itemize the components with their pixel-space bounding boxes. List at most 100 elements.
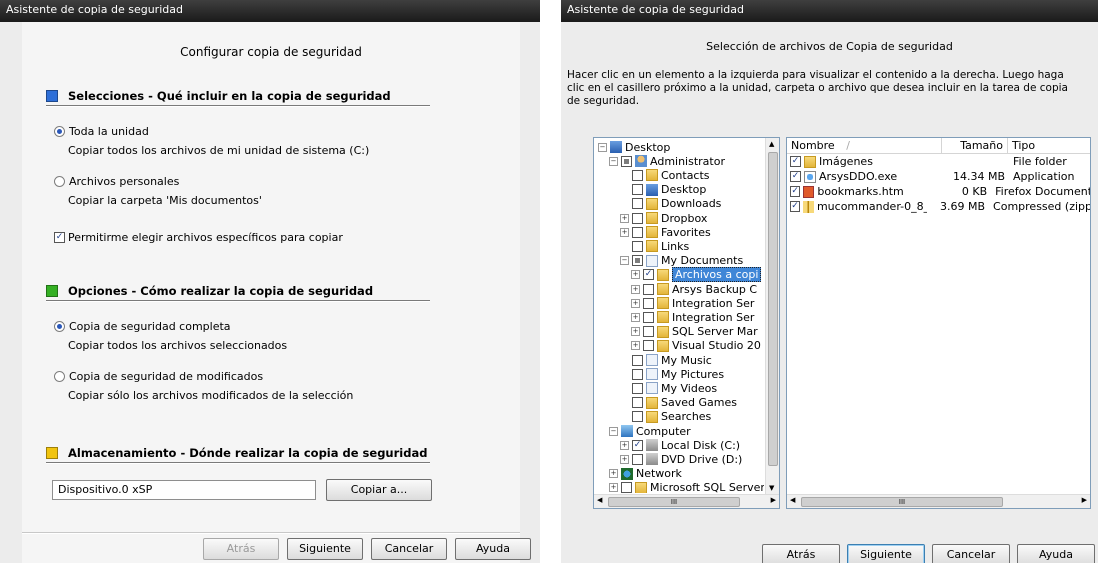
expand-icon[interactable]: + <box>620 454 629 464</box>
tree-node[interactable]: My Videos <box>596 381 717 395</box>
tree-node[interactable]: − Administrator <box>596 154 725 168</box>
scroll-thumb[interactable]: III <box>608 497 740 507</box>
next-button[interactable]: Siguiente <box>847 544 925 563</box>
tree-checkbox[interactable] <box>643 326 654 338</box>
tree-checkbox[interactable] <box>632 354 643 366</box>
tree-checkbox[interactable] <box>632 198 643 210</box>
tree-checkbox[interactable] <box>621 482 632 493</box>
collapse-icon[interactable]: − <box>609 156 618 166</box>
file-checkbox[interactable]: ✓ <box>790 156 801 167</box>
tree-node[interactable]: My Music <box>596 353 712 367</box>
tree-node[interactable]: + Integration Ser <box>596 296 754 310</box>
expand-icon[interactable]: + <box>631 327 640 337</box>
tree-node[interactable]: Links <box>596 239 689 253</box>
collapse-icon[interactable]: − <box>598 142 607 152</box>
tree-checkbox[interactable] <box>632 255 643 267</box>
tree-checkbox[interactable] <box>643 297 654 309</box>
radio-personal-files[interactable]: Archivos personales <box>54 175 179 188</box>
tree-checkbox[interactable] <box>643 283 654 295</box>
scroll-thumb[interactable]: III <box>801 497 1003 507</box>
tree-node[interactable]: − Desktop <box>596 140 670 154</box>
expand-icon[interactable]: + <box>631 298 640 308</box>
help-button[interactable]: Ayuda <box>455 538 531 560</box>
collapse-icon[interactable]: − <box>620 256 629 266</box>
tree-checkbox[interactable] <box>632 212 643 224</box>
radio-modified-backup[interactable]: Copia de seguridad de modificados <box>54 370 263 383</box>
file-checkbox[interactable]: ✓ <box>790 171 801 182</box>
scroll-down-arrow-icon[interactable]: ▼ <box>769 484 774 492</box>
file-checkbox[interactable]: ✓ <box>790 186 801 197</box>
tree-node[interactable]: + ✓ Local Disk (C:) <box>596 438 740 452</box>
tree-node[interactable]: Contacts <box>596 168 710 182</box>
cancel-button[interactable]: Cancelar <box>932 544 1010 563</box>
folder-tree-panel[interactable]: − Desktop − Administrator Contacts Desktop Dow… <box>593 137 780 509</box>
tree-checkbox[interactable] <box>632 382 643 394</box>
tree-node[interactable]: + Arsys Backup C <box>596 282 757 296</box>
expand-icon[interactable]: + <box>609 483 618 493</box>
tree-node[interactable]: + Dropbox <box>596 211 707 225</box>
scroll-left-arrow-icon[interactable]: ◀ <box>790 496 795 504</box>
expand-icon[interactable]: + <box>631 341 640 351</box>
tree-node[interactable]: + Microsoft SQL Server <box>596 481 764 493</box>
tree-checkbox[interactable] <box>632 169 643 181</box>
tree-node[interactable]: Downloads <box>596 197 721 211</box>
collapse-icon[interactable]: − <box>609 426 618 436</box>
back-button[interactable]: Atrás <box>762 544 840 563</box>
file-checkbox[interactable]: ✓ <box>790 201 801 212</box>
expand-icon[interactable]: + <box>620 213 629 223</box>
column-header-name[interactable]: Nombre / <box>787 138 942 154</box>
expand-icon[interactable]: + <box>631 284 640 294</box>
help-button[interactable]: Ayuda <box>1017 544 1095 563</box>
file-row[interactable]: ✓ mucommander-0_8_... 3.69 MB Compressed (z… <box>787 199 1090 214</box>
tree-node[interactable]: + ✓ Archivos a copi <box>596 267 762 283</box>
file-list-panel[interactable]: Nombre / Tamaño Tipo ✓ Imágenes File folde… <box>786 137 1091 509</box>
tree-node[interactable]: + Network <box>596 467 682 481</box>
radio-full-backup[interactable]: Copia de seguridad completa <box>54 320 231 333</box>
radio-whole-drive[interactable]: Toda la unidad <box>54 125 149 138</box>
scroll-right-arrow-icon[interactable]: ▶ <box>771 496 776 504</box>
tree-checkbox[interactable] <box>632 368 643 380</box>
tree-horizontal-scrollbar[interactable]: ◀ III ▶ <box>594 494 779 508</box>
tree-node[interactable]: My Pictures <box>596 367 724 381</box>
tree-checkbox[interactable] <box>621 155 632 167</box>
tree-checkbox[interactable] <box>632 453 643 465</box>
tree-checkbox[interactable] <box>643 340 654 352</box>
tree-node[interactable]: + Favorites <box>596 225 711 239</box>
file-row[interactable]: ✓ bookmarks.htm 0 KB Firefox Document <box>787 184 1090 199</box>
tree-vertical-scrollbar[interactable]: ▲ ▼ <box>765 138 779 494</box>
column-header-size[interactable]: Tamaño <box>942 138 1008 154</box>
tree-checkbox[interactable]: ✓ <box>643 269 654 281</box>
tree-node[interactable]: Saved Games <box>596 396 737 410</box>
files-horizontal-scrollbar[interactable]: ◀ III ▶ <box>787 494 1090 508</box>
expand-icon[interactable]: + <box>620 440 629 450</box>
checkbox-choose-files[interactable]: ✓ Permitirme elegir archivos específicos… <box>54 231 343 244</box>
tree-checkbox[interactable] <box>632 184 643 196</box>
scroll-thumb[interactable] <box>768 152 778 466</box>
tree-node[interactable]: + DVD Drive (D:) <box>596 452 742 466</box>
expand-icon[interactable]: + <box>620 227 629 237</box>
scroll-left-arrow-icon[interactable]: ◀ <box>597 496 602 504</box>
tree-node[interactable]: − Computer <box>596 424 691 438</box>
column-header-type[interactable]: Tipo <box>1008 138 1090 154</box>
expand-icon[interactable]: + <box>609 469 618 479</box>
tree-checkbox[interactable] <box>632 240 643 252</box>
tree-node[interactable]: Desktop <box>596 183 706 197</box>
scroll-right-arrow-icon[interactable]: ▶ <box>1082 496 1087 504</box>
expand-icon[interactable]: + <box>631 312 640 322</box>
cancel-button[interactable]: Cancelar <box>371 538 447 560</box>
tree-checkbox[interactable] <box>632 397 643 409</box>
file-row[interactable]: ✓ Imágenes File folder <box>787 154 1090 169</box>
tree-node[interactable]: Searches <box>596 410 711 424</box>
tree-node[interactable]: + Visual Studio 20 <box>596 339 761 353</box>
tree-checkbox[interactable]: ✓ <box>632 439 643 451</box>
tree-checkbox[interactable] <box>632 226 643 238</box>
expand-icon[interactable]: + <box>631 270 640 280</box>
tree-checkbox[interactable] <box>632 411 643 423</box>
scroll-up-arrow-icon[interactable]: ▲ <box>769 140 774 148</box>
tree-checkbox[interactable] <box>643 311 654 323</box>
back-button[interactable]: Atrás <box>203 538 279 560</box>
copy-to-button[interactable]: Copiar a... <box>326 479 432 501</box>
file-row[interactable]: ✓ ArsysDDO.exe 14.34 MB Application <box>787 169 1090 184</box>
backup-device-field[interactable]: Dispositivo.0 xSP <box>52 480 316 500</box>
next-button[interactable]: Siguiente <box>287 538 363 560</box>
